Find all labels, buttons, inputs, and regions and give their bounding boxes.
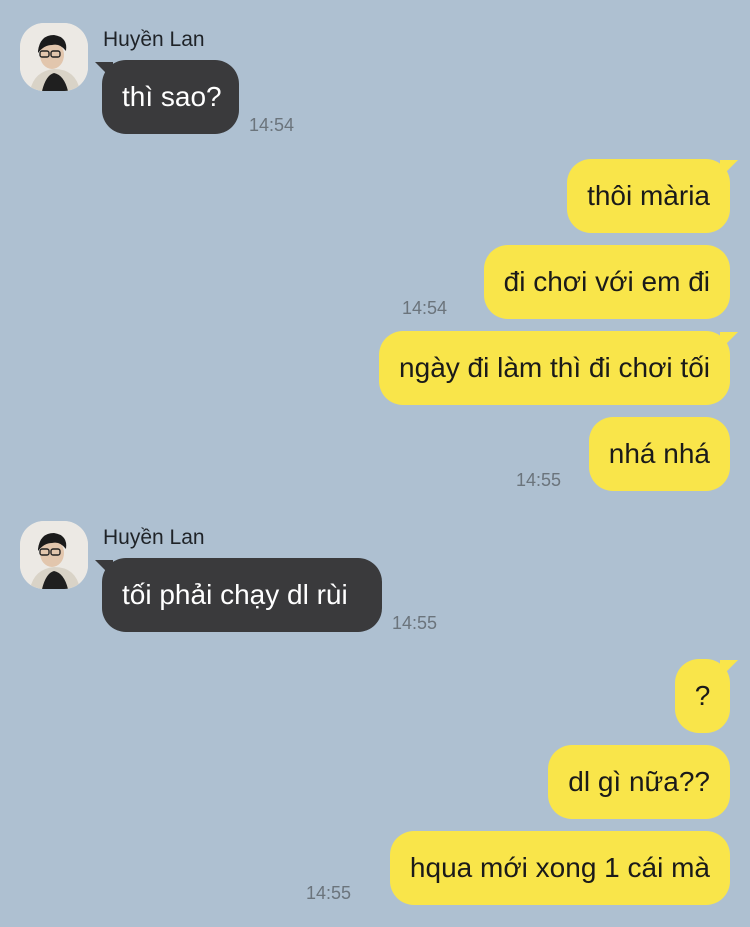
outgoing-message[interactable]: ngày đi làm thì đi chơi tối	[379, 331, 730, 405]
message-timestamp: 14:55	[392, 613, 438, 633]
message-timestamp: 14:54	[402, 298, 448, 318]
outgoing-message[interactable]: đi chơi với em đi	[483, 245, 730, 319]
outgoing-message[interactable]: ?	[675, 659, 730, 733]
avatar[interactable]	[20, 23, 88, 91]
sender-name: Huyền Lan	[103, 28, 205, 51]
message-timestamp: 14:55	[516, 470, 562, 490]
sender-name: Huyền Lan	[103, 526, 205, 549]
message-timestamp: 14:55	[306, 883, 352, 903]
avatar-photo-icon	[20, 521, 88, 589]
avatar-photo-icon	[20, 23, 88, 91]
incoming-message[interactable]: thì sao?	[102, 60, 239, 134]
message-timestamp: 14:54	[249, 115, 295, 135]
avatar[interactable]	[20, 521, 88, 589]
outgoing-message[interactable]: dl gì nữa??	[548, 745, 730, 819]
outgoing-message[interactable]: hqua mới xong 1 cái mà	[389, 831, 730, 905]
incoming-message[interactable]: tối phải chạy dl rùi	[102, 558, 382, 632]
outgoing-message[interactable]: nhá nhá	[588, 417, 730, 491]
outgoing-message[interactable]: thôi mària	[567, 159, 730, 233]
